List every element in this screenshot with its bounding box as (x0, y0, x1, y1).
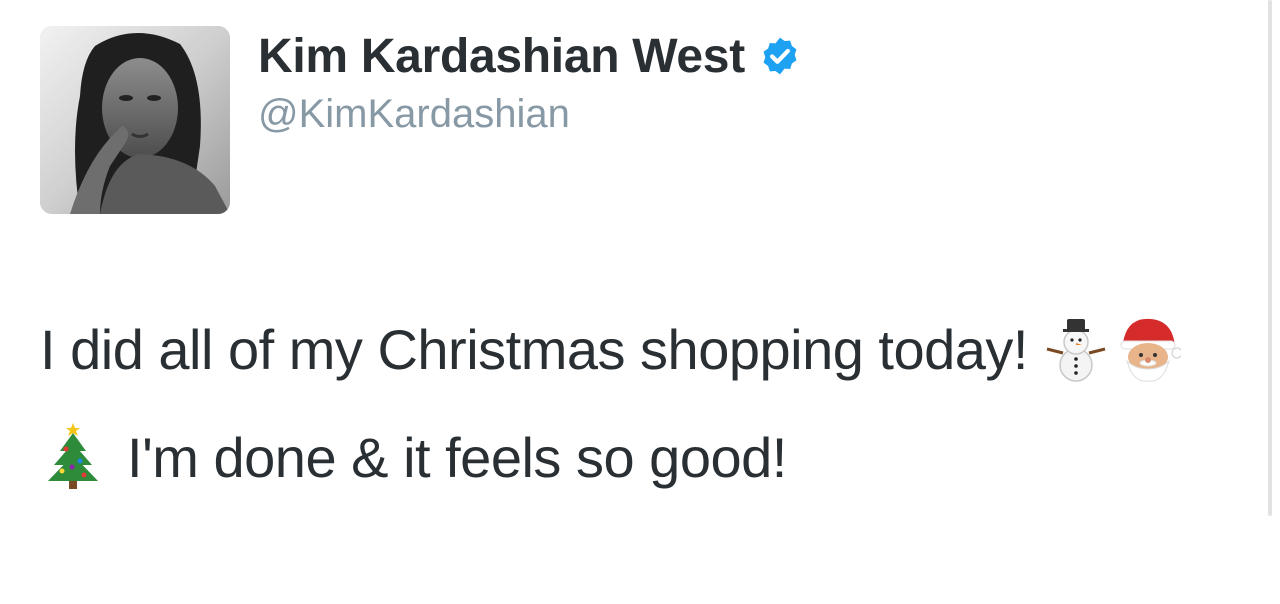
avatar-photo (40, 26, 230, 214)
author-handle[interactable]: @KimKardashian (258, 92, 570, 137)
snowman-icon (1043, 313, 1109, 383)
tweet-text-part2: I'm done & it feels so good! (112, 426, 787, 489)
verified-badge-icon (759, 35, 801, 77)
christmas-tree-icon (40, 421, 106, 491)
author-display-name-row[interactable]: Kim Kardashian West (258, 26, 801, 86)
tweet-text-part1: I did all of my Christmas shopping today… (40, 318, 1044, 381)
tweet-text: I did all of my Christmas shopping today… (40, 296, 1210, 512)
author-display-name[interactable]: Kim Kardashian West (258, 29, 745, 84)
santa-icon (1115, 313, 1182, 383)
avatar[interactable] (40, 26, 230, 214)
scrollbar[interactable] (1268, 0, 1272, 516)
